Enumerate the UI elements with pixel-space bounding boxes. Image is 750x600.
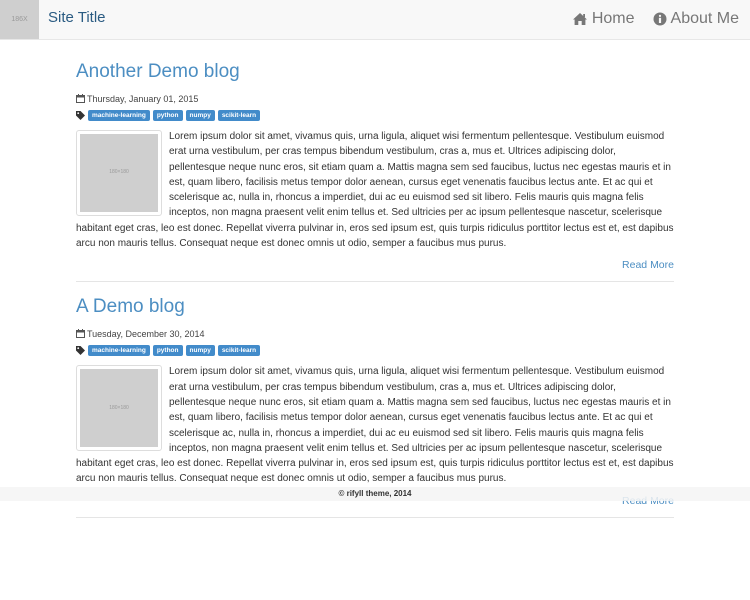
tag-icon bbox=[76, 107, 85, 125]
post-list: Another Demo blog Thursday, January 01, … bbox=[76, 60, 674, 518]
home-icon bbox=[572, 12, 588, 26]
post-thumbnail: 180×180 bbox=[76, 130, 162, 216]
post-item: A Demo blog Tuesday, December 30, 2014 m… bbox=[76, 295, 674, 518]
thumbnail-placeholder: 180×180 bbox=[80, 369, 158, 448]
post-tags: machine-learning python numpy scikit-lea… bbox=[76, 109, 674, 122]
post-title[interactable]: A Demo blog bbox=[76, 295, 674, 321]
calendar-icon bbox=[76, 328, 85, 340]
tag-badge[interactable]: machine-learning bbox=[88, 345, 150, 357]
post-excerpt: Lorem ipsum dolor sit amet, vivamus quis… bbox=[76, 366, 674, 485]
post-date-text: Thursday, January 01, 2015 bbox=[87, 94, 199, 104]
nav-links: Home About Me bbox=[572, 10, 739, 28]
post-item: Another Demo blog Thursday, January 01, … bbox=[76, 60, 674, 283]
tag-badge[interactable]: numpy bbox=[185, 345, 215, 357]
post-body: 180×180 Lorem ipsum dolor sit amet, viva… bbox=[76, 364, 674, 486]
footer-copyright: © rifyll theme, 2014 bbox=[338, 489, 412, 498]
site-title-link[interactable]: Site Title bbox=[48, 9, 106, 26]
post-thumbnail: 180×180 bbox=[76, 365, 162, 452]
info-circle-icon bbox=[653, 12, 667, 26]
post-date-text: Tuesday, December 30, 2014 bbox=[87, 329, 205, 340]
tag-badge[interactable]: scikit-learn bbox=[217, 345, 261, 357]
post-tags: machine-learning python numpy scikit-lea… bbox=[76, 344, 674, 357]
tag-badge[interactable]: python bbox=[152, 110, 183, 121]
navbar: 186X Site Title Home About Me bbox=[0, 0, 750, 40]
tag-badge[interactable]: machine-learning bbox=[88, 110, 150, 121]
post-divider bbox=[76, 281, 674, 283]
post-date: Tuesday, December 30, 2014 bbox=[76, 328, 674, 340]
post-date: Thursday, January 01, 2015 bbox=[76, 93, 674, 105]
nav-link-home-label: Home bbox=[591, 10, 635, 27]
post-body: 180×180 Lorem ipsum dolor sit amet, viva… bbox=[76, 129, 674, 251]
calendar-icon bbox=[76, 93, 85, 105]
nav-link-home[interactable]: Home bbox=[572, 10, 635, 28]
footer: © rifyll theme, 2014 bbox=[0, 487, 750, 501]
post-divider bbox=[76, 516, 674, 518]
tag-icon bbox=[76, 342, 85, 360]
tag-badge[interactable]: numpy bbox=[185, 110, 215, 121]
thumbnail-placeholder: 180×180 bbox=[80, 134, 158, 212]
tag-badge[interactable]: scikit-learn bbox=[217, 110, 261, 121]
post-title[interactable]: Another Demo blog bbox=[76, 60, 674, 86]
post-excerpt: Lorem ipsum dolor sit amet, vivamus quis… bbox=[76, 131, 674, 250]
nav-link-about-label: About Me bbox=[670, 10, 739, 27]
read-more-link[interactable]: Read More bbox=[76, 259, 674, 273]
tag-badge[interactable]: python bbox=[152, 345, 183, 357]
site-logo[interactable]: 186X bbox=[0, 0, 39, 39]
nav-link-about[interactable]: About Me bbox=[653, 10, 739, 28]
